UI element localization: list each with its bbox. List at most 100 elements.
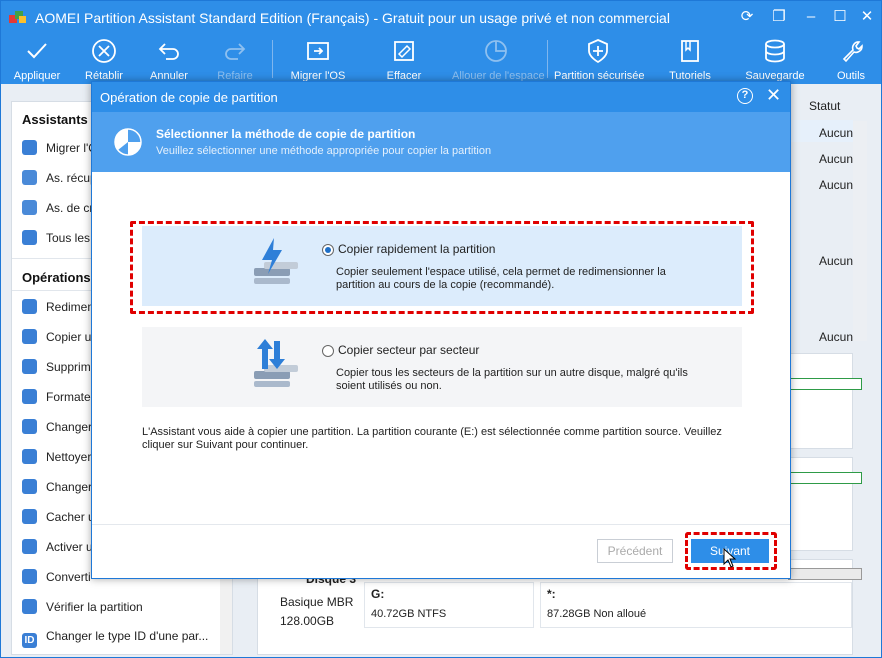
status-cell: Aucun [819, 178, 854, 192]
tools-button[interactable]: Outils [837, 34, 865, 84]
restore-icon[interactable]: ❐ [769, 7, 789, 27]
sidebar-item-resize[interactable]: Redimen [22, 299, 94, 319]
pie-icon [485, 40, 507, 62]
option-sector-copy-title[interactable]: Copier secteur par secteur [338, 343, 479, 357]
sidebar-item-format[interactable]: Formater [22, 389, 95, 409]
allocate-space-button[interactable]: Allouer de l'espace [452, 34, 545, 84]
sidebar-item-wipe[interactable]: Nettoyer [22, 449, 91, 469]
sidebar-item-convert[interactable]: Converti [22, 569, 91, 589]
status-cell: Aucun [819, 254, 854, 268]
status-column-header[interactable]: Statut [809, 99, 840, 113]
check-icon [27, 43, 47, 59]
migrate-os-button[interactable]: Migrer l'OS [291, 34, 345, 84]
sidebar-item-hide[interactable]: Cacher u [22, 509, 95, 529]
book-icon [681, 40, 699, 62]
unallocated-bar [788, 568, 862, 580]
option-sector-copy-radio[interactable] [322, 345, 334, 357]
table-scrollbar[interactable] [853, 121, 867, 341]
previous-button[interactable]: Précédent [597, 539, 673, 563]
sidebar-item-label: As. récup [46, 171, 97, 185]
toolbar-divider [547, 40, 548, 78]
label-icon [22, 419, 37, 434]
tools-label: Outils [836, 70, 866, 82]
sidebar-item-copy[interactable]: Copier u [22, 329, 91, 349]
sidebar-item-label: Activer u [46, 540, 93, 554]
sidebar-item-label: Changer le type ID d'une par... [46, 629, 209, 643]
redo-button[interactable]: Refaire [217, 34, 253, 84]
title-bar: AOMEI Partition Assistant Standard Editi… [1, 1, 881, 34]
undo-button[interactable]: Annuler [150, 34, 188, 84]
wrench-icon [842, 41, 863, 63]
media-icon [22, 200, 37, 215]
refresh-icon[interactable]: ⟳ [737, 7, 757, 27]
eraser-icon [394, 41, 414, 61]
resize-icon [22, 299, 37, 314]
id-icon: ID [22, 633, 37, 648]
sidebar-item-media[interactable]: As. de cr [22, 200, 93, 220]
window-title: AOMEI Partition Assistant Standard Editi… [35, 10, 670, 26]
sidebar-item-recover[interactable]: As. récup [22, 170, 97, 190]
sidebar-item-label: Redimen [46, 300, 95, 314]
maximize-icon[interactable]: ☐ [830, 7, 850, 27]
wizard-note: L'Assistant vous aide à copier une parti… [142, 426, 722, 451]
tutorials-button[interactable]: Tutoriels [669, 34, 711, 84]
banner-subtitle: Veuillez sélectionner une méthode approp… [156, 145, 492, 157]
migrate-icon [307, 42, 329, 60]
app-logo-icon [9, 11, 26, 23]
toolbar-divider [272, 40, 273, 78]
partition-bar [788, 378, 862, 390]
sidebar-item-label: As. de cr [46, 201, 94, 215]
migrate-icon [22, 140, 37, 155]
partition-info: 87.28GB Non alloué [547, 608, 647, 620]
close-icon[interactable]: ✕ [857, 7, 877, 27]
mouse-cursor-icon [723, 548, 737, 568]
dialog-banner: Sélectionner la méthode de copie de part… [92, 112, 790, 172]
grid-icon [22, 230, 37, 245]
disk3-type: Basique MBR [280, 595, 354, 609]
option-fast-copy-desc: Copier seulement l'espace utilisé, cela … [336, 266, 666, 291]
dialog-title: Opération de copie de partition [100, 90, 278, 105]
shield-icon [588, 39, 608, 64]
sidebar-item-change-letter[interactable]: Changer [22, 479, 92, 499]
banner-title: Sélectionner la méthode de copie de part… [156, 127, 416, 141]
active-icon [22, 539, 37, 554]
status-cell: Aucun [819, 330, 854, 344]
partition-info: 40.72GB NTFS [371, 608, 447, 620]
sector-copy-icon [254, 339, 298, 387]
sidebar-item-change-label[interactable]: Changer [22, 419, 92, 439]
status-cell: Aucun [819, 152, 854, 166]
unallocated-block[interactable]: *: 87.28GB Non alloué [540, 582, 852, 628]
apply-button[interactable]: Appliquer [14, 34, 60, 84]
sidebar-item-all-tools[interactable]: Tous les [22, 230, 90, 250]
partition-letter: *: [547, 587, 556, 601]
option-fast-copy[interactable]: Copier rapidement la partition Copier se… [142, 226, 742, 306]
sidebar-item-label: Nettoyer [46, 450, 92, 464]
sidebar-item-label: Migrer l'O [46, 141, 98, 155]
wipe-button[interactable]: Effacer [387, 34, 421, 84]
check-icon [22, 599, 37, 614]
toolbar: Appliquer Rétablir Annuler Refaire Migre… [1, 34, 881, 84]
option-fast-copy-title[interactable]: Copier rapidement la partition [338, 242, 495, 256]
sidebar-item-label: Changer [46, 480, 93, 494]
sidebar-item-check[interactable]: Vérifier la partition [22, 599, 143, 619]
partition-g-block[interactable]: G: 40.72GB NTFS [364, 582, 534, 628]
dialog-close-icon[interactable]: ✕ [766, 85, 781, 106]
sidebar-item-label: Changer [46, 420, 93, 434]
redo-icon [225, 43, 246, 60]
secure-partition-button[interactable]: Partition sécurisée [554, 34, 645, 84]
reset-button[interactable]: Rétablir [85, 34, 123, 84]
recover-icon [22, 170, 37, 185]
option-sector-copy[interactable]: Copier secteur par secteur Copier tous l… [142, 327, 742, 407]
sidebar-item-label: Cacher u [46, 510, 95, 524]
sidebar-item-activate[interactable]: Activer u [22, 539, 93, 559]
sidebar-item-delete[interactable]: Supprime [22, 359, 97, 379]
cancel-circle-icon [92, 39, 116, 63]
sidebar-item-migrate[interactable]: Migrer l'O [22, 140, 98, 160]
operations-heading: Opérations s [22, 270, 102, 285]
sidebar-item-label: Copier u [46, 330, 92, 344]
sidebar-item-change-id[interactable]: ID Changer le type ID d'une par... [22, 629, 208, 649]
option-fast-copy-radio[interactable] [322, 244, 334, 256]
minimize-icon[interactable]: – [801, 7, 821, 27]
help-icon[interactable]: ? [737, 88, 753, 104]
backup-button[interactable]: Sauvegarde [745, 34, 805, 84]
